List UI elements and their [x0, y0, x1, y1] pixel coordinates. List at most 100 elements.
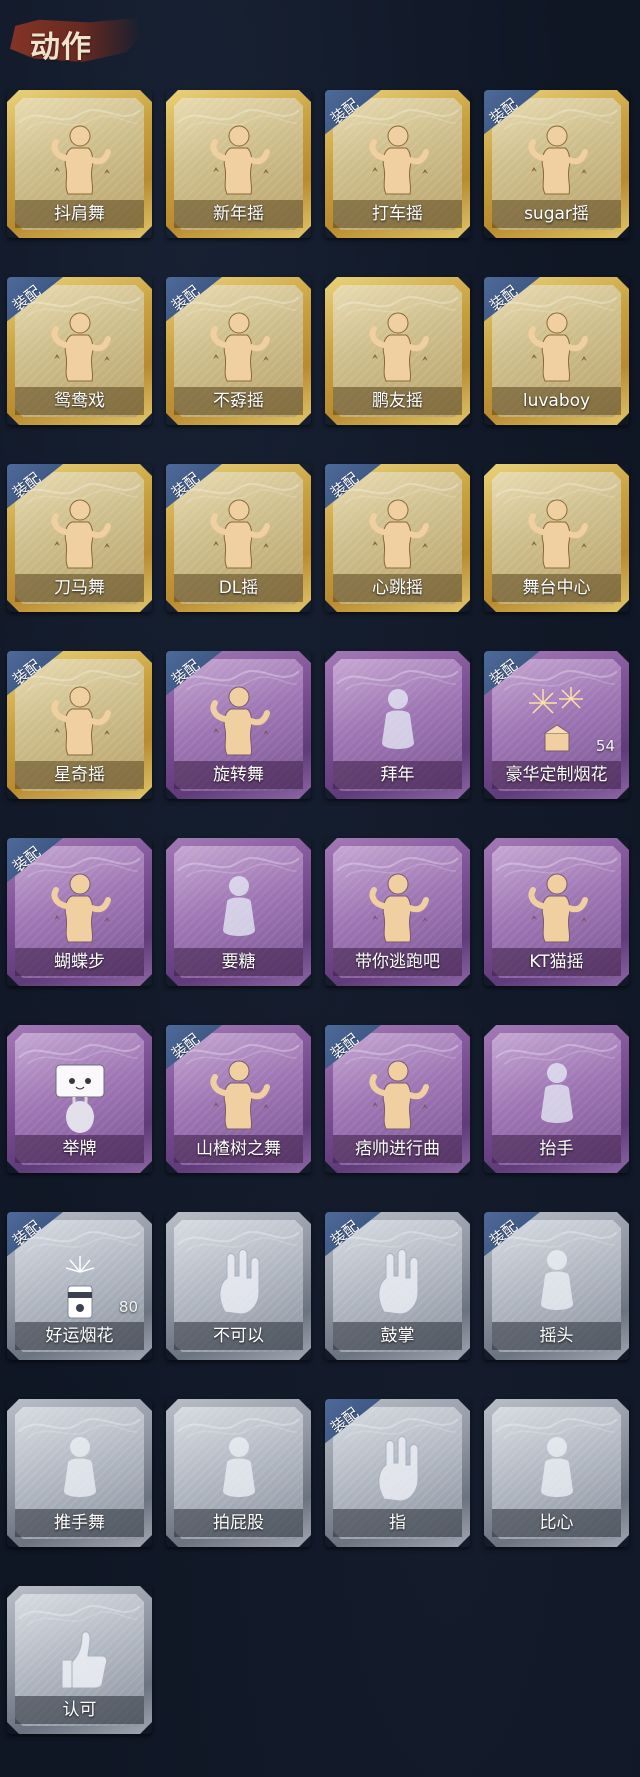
dance-figure-icon: [46, 494, 114, 576]
dance-figure-icon: [46, 307, 114, 389]
action-card[interactable]: 抖肩舞: [7, 90, 152, 238]
card-label: 抬手: [539, 1139, 574, 1159]
action-card[interactable]: 山楂树之舞 装配: [166, 1025, 311, 1173]
card-label: 舞台中心: [522, 578, 591, 598]
action-card[interactable]: sugar摇 装配: [484, 90, 629, 238]
item-count: 80: [118, 1298, 138, 1316]
card-label: 鸳鸯戏: [54, 391, 105, 411]
action-card[interactable]: 不可以: [166, 1212, 311, 1360]
card-label: 好运烟花: [45, 1326, 114, 1346]
dance-figure-icon: [523, 868, 591, 950]
card-label: 拍屁股: [213, 1513, 264, 1533]
card-label: 新年摇: [213, 204, 264, 224]
card-label: 比心: [539, 1513, 574, 1533]
action-card[interactable]: 鹏友摇: [325, 277, 470, 425]
action-card[interactable]: 新年摇: [166, 90, 311, 238]
card-label: 星奇摇: [54, 765, 105, 785]
card-label: 要糖: [221, 952, 256, 972]
hand-icon: [364, 1242, 432, 1324]
action-card[interactable]: 舞台中心: [484, 464, 629, 612]
action-card[interactable]: 54 豪华定制烟花 装配: [484, 651, 629, 799]
card-label: 认可: [62, 1700, 97, 1720]
action-card[interactable]: 心跳摇 装配: [325, 464, 470, 612]
card-label: luvaboy: [522, 391, 591, 411]
action-card[interactable]: 不孬摇 装配: [166, 277, 311, 425]
action-card[interactable]: luvaboy 装配: [484, 277, 629, 425]
action-card[interactable]: 比心: [484, 1399, 629, 1547]
section-header: 动作: [10, 12, 142, 68]
thumbs-up-icon: [46, 1616, 114, 1698]
card-label: 推手舞: [54, 1513, 105, 1533]
dance-figure-icon: [205, 681, 273, 763]
sign-icon: [46, 1055, 114, 1137]
dance-figure-icon: [205, 120, 273, 202]
dance-figure-icon: [523, 494, 591, 576]
item-count: 54: [595, 737, 615, 755]
card-label: 打车摇: [372, 204, 423, 224]
card-label: 举牌: [62, 1139, 97, 1159]
action-card[interactable]: 推手舞: [7, 1399, 152, 1547]
action-card[interactable]: 星奇摇 装配: [7, 651, 152, 799]
action-grid: 抖肩舞 新年摇 打车摇 装配 sugar摇 装配鸳鸯戏 装配 不孬摇 装配鹏友摇 luvaboy 装…: [7, 90, 633, 1734]
card-label: 旋转舞: [213, 765, 264, 785]
action-card[interactable]: 认可: [7, 1586, 152, 1734]
action-card[interactable]: 带你逃跑吧: [325, 838, 470, 986]
dance-figure-icon: [364, 494, 432, 576]
dance-figure-icon: [364, 868, 432, 950]
dance-figure-icon: [523, 307, 591, 389]
action-card[interactable]: 痞帅进行曲 装配: [325, 1025, 470, 1173]
action-card[interactable]: 鸳鸯戏 装配: [7, 277, 152, 425]
action-card[interactable]: 打车摇 装配: [325, 90, 470, 238]
card-label: 指: [389, 1513, 406, 1533]
action-card[interactable]: 拜年: [325, 651, 470, 799]
action-card[interactable]: 刀马舞 装配: [7, 464, 152, 612]
card-label: 鼓掌: [380, 1326, 415, 1346]
card-label: 蝴蝶步: [54, 952, 105, 972]
bow-figure-icon: [205, 868, 273, 950]
card-label: 痞帅进行曲: [355, 1139, 440, 1159]
card-label: 刀马舞: [54, 578, 105, 598]
page-title: 动作: [30, 30, 92, 65]
action-card[interactable]: 抬手: [484, 1025, 629, 1173]
card-label: 不可以: [213, 1326, 264, 1346]
card-label: sugar摇: [524, 204, 589, 224]
card-label: 不孬摇: [213, 391, 264, 411]
dance-figure-icon: [364, 1055, 432, 1137]
firework-can-icon: [46, 1242, 114, 1324]
card-label: 摇头: [539, 1326, 574, 1346]
action-card[interactable]: 80 好运烟花 装配: [7, 1212, 152, 1360]
action-card[interactable]: 要糖: [166, 838, 311, 986]
card-label: 豪华定制烟花: [505, 765, 608, 785]
dance-figure-icon: [205, 307, 273, 389]
dance-figure-icon: [46, 120, 114, 202]
hand-icon: [205, 1242, 273, 1324]
bow-figure-icon: [523, 1429, 591, 1511]
dance-figure-icon: [46, 681, 114, 763]
card-label: 山楂树之舞: [196, 1139, 281, 1159]
action-card[interactable]: KT猫摇: [484, 838, 629, 986]
card-label: 抖肩舞: [54, 204, 105, 224]
dance-figure-icon: [46, 868, 114, 950]
card-label: 拜年: [380, 765, 415, 785]
card-label: 心跳摇: [372, 578, 423, 598]
fireworks-box-icon: [523, 681, 591, 763]
action-card[interactable]: 指装配: [325, 1399, 470, 1547]
action-card[interactable]: 旋转舞 装配: [166, 651, 311, 799]
dance-figure-icon: [205, 494, 273, 576]
action-card[interactable]: DL摇 装配: [166, 464, 311, 612]
bow-figure-icon: [364, 681, 432, 763]
dance-figure-icon: [364, 120, 432, 202]
action-card[interactable]: 蝴蝶步 装配: [7, 838, 152, 986]
dance-figure-icon: [364, 307, 432, 389]
action-card[interactable]: 摇头 装配: [484, 1212, 629, 1360]
card-label: 鹏友摇: [372, 391, 423, 411]
bow-figure-icon: [46, 1429, 114, 1511]
action-card[interactable]: 鼓掌 装配: [325, 1212, 470, 1360]
hand-icon: [364, 1429, 432, 1511]
bow-figure-icon: [523, 1055, 591, 1137]
action-card[interactable]: 举牌: [7, 1025, 152, 1173]
card-label: DL摇: [218, 578, 259, 598]
bow-figure-icon: [523, 1242, 591, 1324]
bow-figure-icon: [205, 1429, 273, 1511]
action-card[interactable]: 拍屁股: [166, 1399, 311, 1547]
